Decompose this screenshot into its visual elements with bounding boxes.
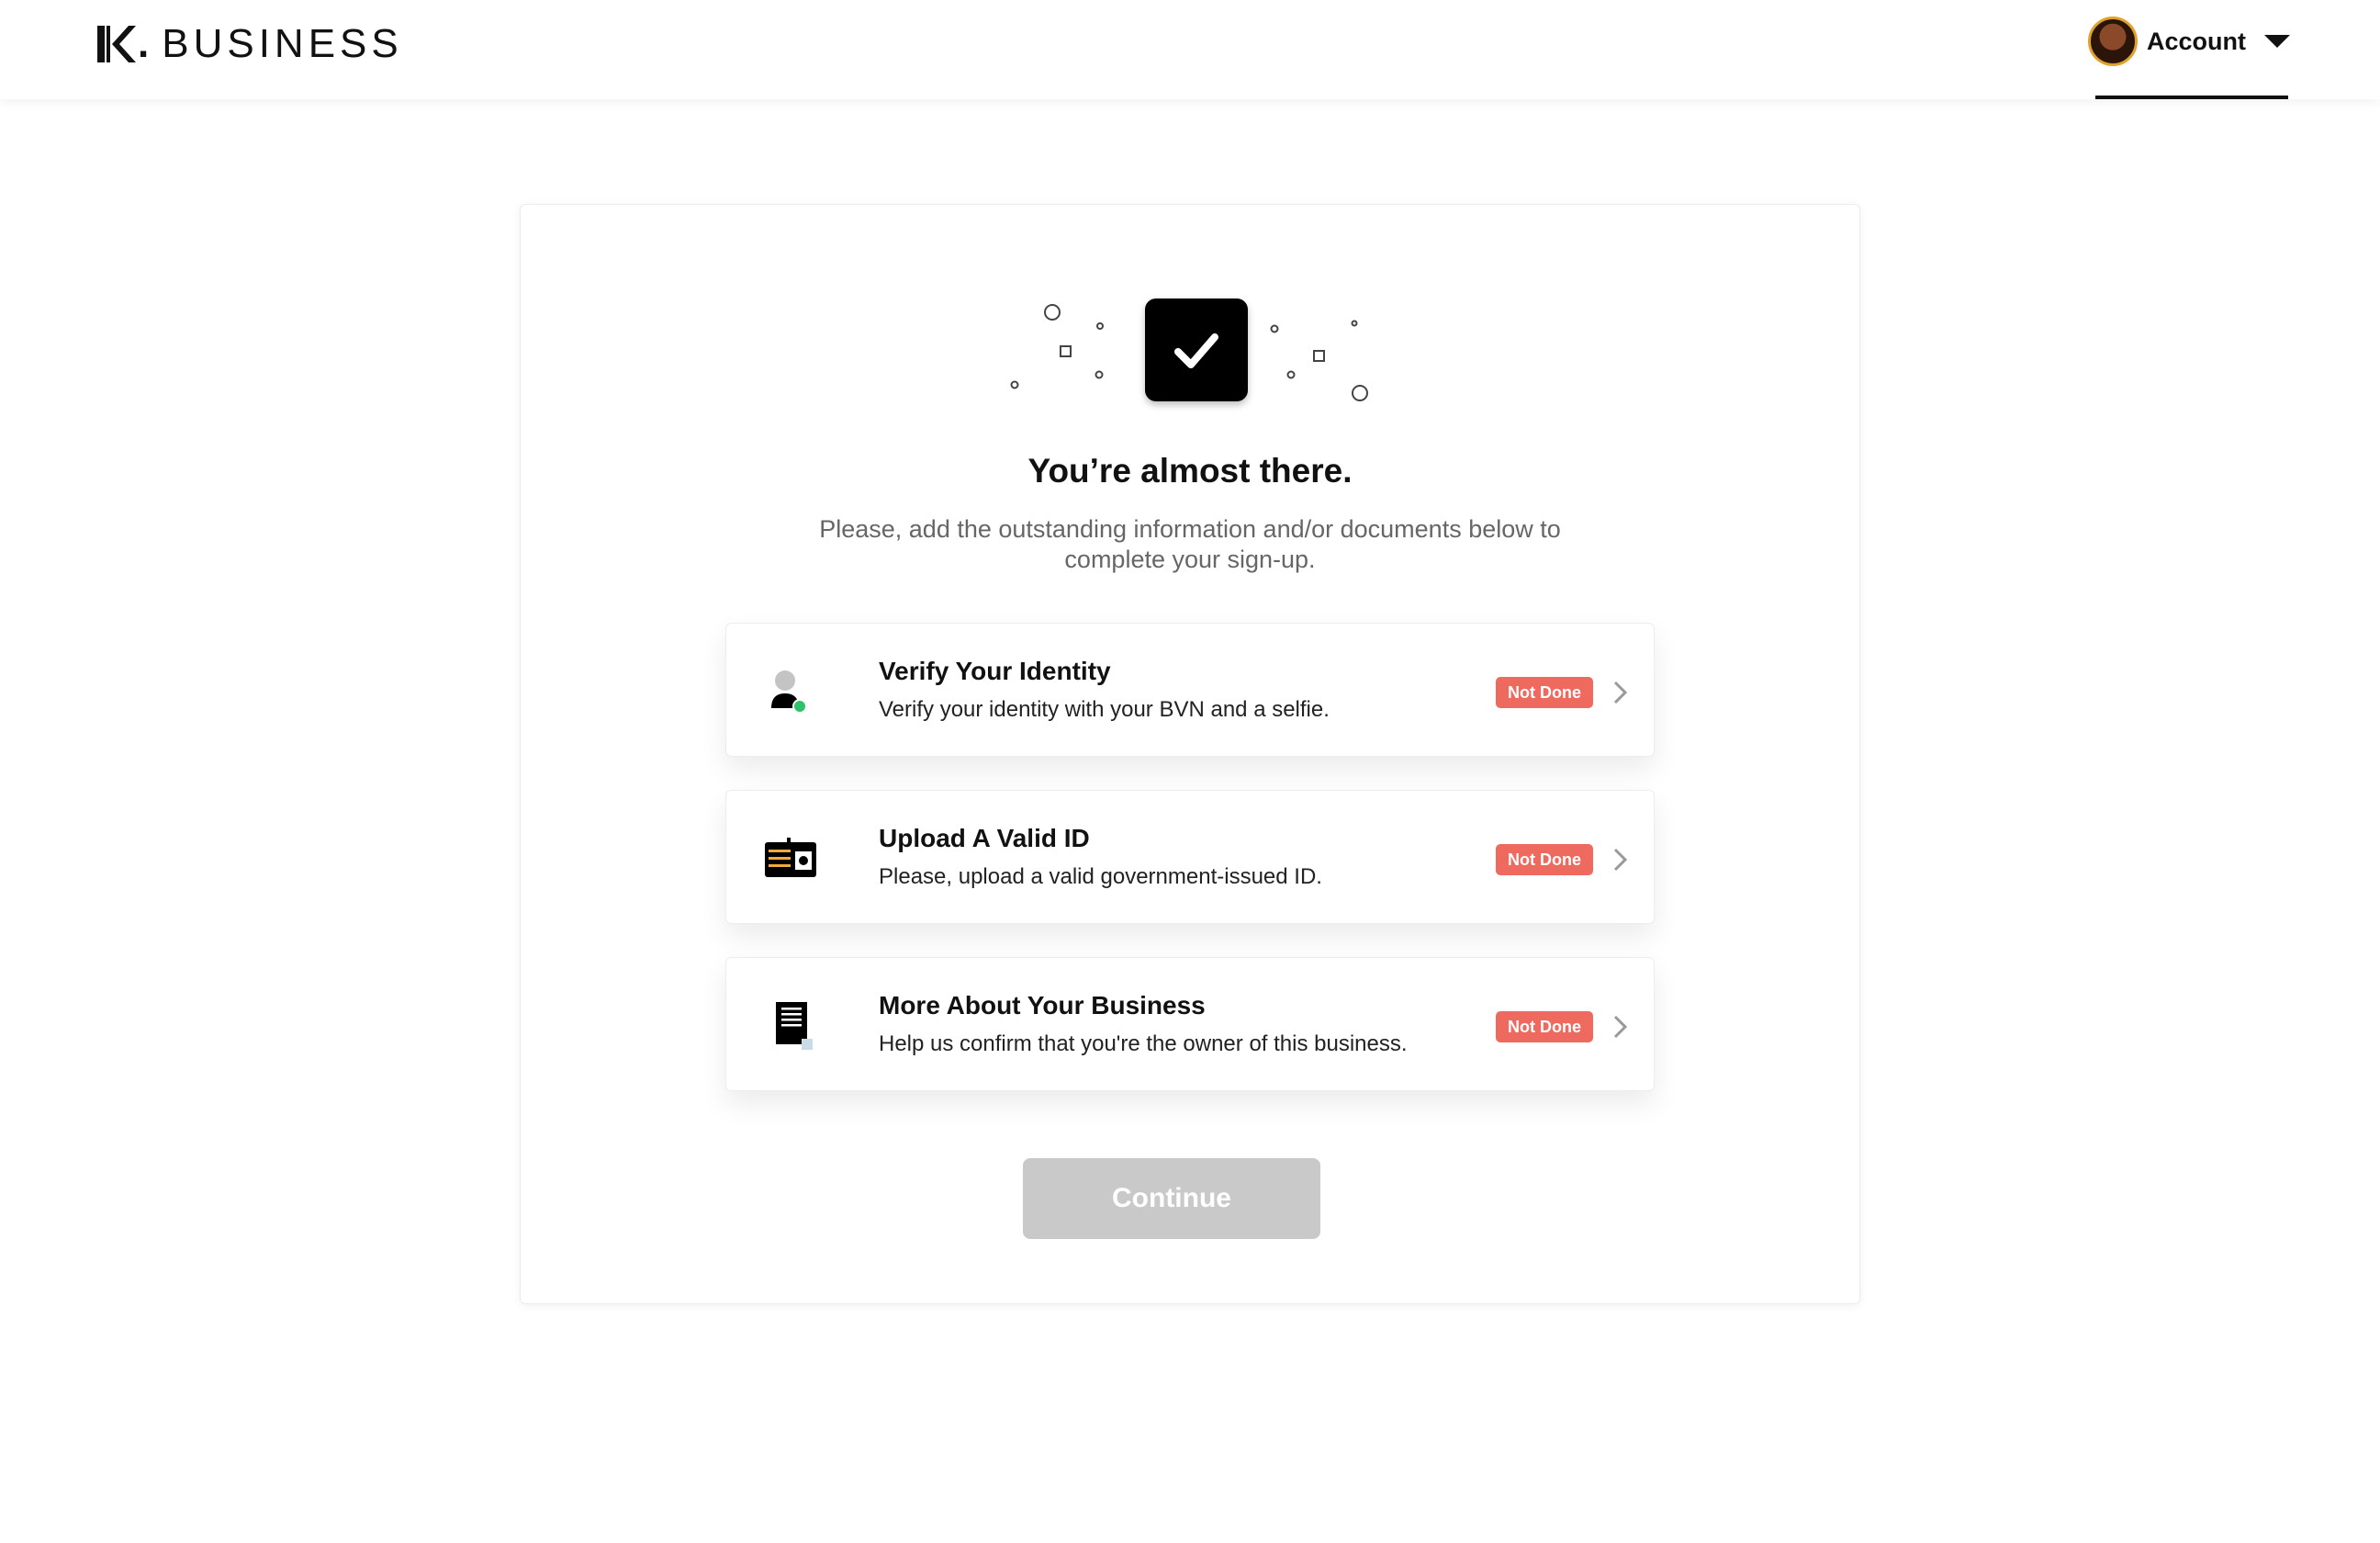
status-badge: Not Done [1496,677,1593,708]
task-description: Please, upload a valid government-issued… [879,864,1322,889]
logo-text: BUSINESS [162,21,403,66]
k-logo-icon [97,26,136,62]
account-active-underline [2095,96,2288,99]
status-badge: Not Done [1496,844,1593,875]
avatar [2088,17,2138,66]
logo-dot: . [138,21,150,66]
user-verify-icon [771,670,807,714]
id-card-icon [765,838,816,877]
page-subtitle: Please, add the outstanding information … [819,515,1561,573]
page-title: You’re almost there. [1027,452,1353,490]
task-description: Help us confirm that you're the owner of… [879,1031,1408,1056]
chevron-right-icon [1613,848,1628,872]
chevron-right-icon [1613,1015,1628,1039]
task-upload-id[interactable]: Upload A Valid ID Please, upload a valid… [725,790,1655,924]
logo[interactable]: . BUSINESS [97,22,403,66]
task-verify-identity[interactable]: Verify Your Identity Verify your identit… [725,623,1655,757]
account-label: Account [2147,27,2246,55]
top-header: . BUSINESS Account [0,0,2380,99]
task-title: Verify Your Identity [879,657,1111,685]
status-badge: Not Done [1496,1011,1593,1042]
continue-button[interactable]: Continue [1023,1158,1320,1239]
chevron-right-icon [1613,681,1628,704]
caret-down-icon [2264,35,2290,48]
task-title: Upload A Valid ID [879,824,1090,852]
checkmark-icon [1145,298,1248,401]
document-icon [776,1002,813,1050]
task-title: More About Your Business [879,991,1206,1019]
task-business-info[interactable]: More About Your Business Help us confirm… [725,957,1655,1091]
task-description: Verify your identity with your BVN and a… [879,697,1330,722]
account-menu[interactable]: Account [2088,13,2290,70]
